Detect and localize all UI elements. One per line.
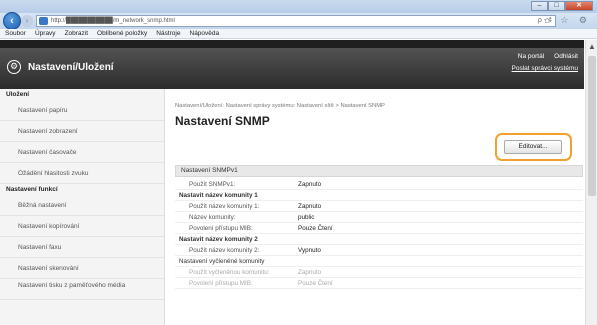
address-text: http://███████████/m_network_snmp.html xyxy=(51,18,175,24)
logout-link[interactable]: Odhlásit xyxy=(554,53,578,60)
breadcrumb: Nastavení/Uložení: Nastavení správy syst… xyxy=(175,103,385,109)
scroll-thumb[interactable] xyxy=(588,56,596,196)
sidebar-item-volume[interactable]: Ožádění hlasitosti zvuku xyxy=(0,163,164,184)
header-title: Nastavení/Uložení xyxy=(28,62,114,73)
remote-ui-header: ⚙ Nastavení/Uložení Na portál Odhlásit Po… xyxy=(0,40,584,89)
sidebar-item-copy[interactable]: Nastavení kopírování xyxy=(0,216,164,237)
table-row: Použít název komunity 2: Vypnuto xyxy=(175,245,583,256)
table-subheader: Nastavit název komunity 1 xyxy=(175,190,583,201)
row-label: Povolení přístupu MIB: xyxy=(189,280,253,287)
settings-table: Použít SNMPv1: Zapnuto Nastavit název kom… xyxy=(175,179,583,289)
sidebar-item-display[interactable]: Nastavení zobrazení xyxy=(0,121,164,142)
header-links: Na portál Odhlásit Poslat správci systému xyxy=(502,51,578,75)
sidebar-item-timer[interactable]: Nastavení časovače xyxy=(0,142,164,163)
table-row: Povolení přístupu MIB: Pouze Čtení xyxy=(175,278,583,289)
menu-view[interactable]: Zobrazit xyxy=(65,29,88,38)
row-value: Zapnuto xyxy=(298,269,322,276)
row-label: Použít vyčleněnou komunitu: xyxy=(189,269,270,276)
table-subheader: Nastavit název komunity 2 xyxy=(175,234,583,245)
sidebar-item-memory-print[interactable]: Nastavení tisku z paměťového média xyxy=(0,279,164,300)
scroll-up-icon[interactable]: ▲ xyxy=(588,42,596,51)
minimize-button[interactable]: – xyxy=(531,1,548,11)
section-header: Nastavení SNMPv1 xyxy=(175,165,583,177)
portal-link[interactable]: Na portál xyxy=(518,53,544,60)
home-favorites-tools-icon[interactable]: ⌂ ☆ ⚙ xyxy=(544,15,591,26)
forward-button[interactable]: › xyxy=(21,15,33,27)
window-titlebar: – □ ✕ xyxy=(0,0,597,13)
row-label: Nastavit název komunity 1 xyxy=(179,192,258,199)
sidebar-section-storage: Uložení xyxy=(6,91,30,98)
back-button[interactable]: ‹ xyxy=(3,12,21,30)
row-value: Pouze Čtení xyxy=(298,280,333,287)
sidebar-item-scan[interactable]: Nastavení skenování xyxy=(0,258,164,279)
row-value: public xyxy=(298,214,315,221)
sidebar-item-fax[interactable]: Nastavení faxu xyxy=(0,237,164,258)
menu-favorites[interactable]: Oblíbené položky xyxy=(97,29,147,38)
page-icon xyxy=(39,17,48,25)
row-label: Název komunity: xyxy=(189,214,236,221)
sidebar-item-common[interactable]: Běžná nastavení xyxy=(0,195,164,216)
settings-logo-icon: ⚙ xyxy=(7,60,21,74)
row-label: Nastavení vyčleněné komunity xyxy=(179,258,265,265)
menu-edit[interactable]: Úpravy xyxy=(35,29,56,38)
menu-help[interactable]: Nápověda xyxy=(190,29,220,38)
maximize-button[interactable]: □ xyxy=(548,1,565,11)
page-title: Nastavení SNMP xyxy=(175,114,270,128)
menu-tools[interactable]: Nástroje xyxy=(156,29,180,38)
main-content: Nastavení/Uložení: Nastavení správy syst… xyxy=(165,89,585,325)
window-controls: – □ ✕ xyxy=(531,1,593,11)
header-strip xyxy=(0,40,584,48)
table-row: Použít vyčleněnou komunitu: Zapnuto xyxy=(175,267,583,278)
row-value: Pouze Čtení xyxy=(298,225,333,232)
table-row: Název komunity: public xyxy=(175,212,583,223)
row-value: Vypnuto xyxy=(298,247,321,254)
browser-navbar: ‹ › http://███████████/m_network_snmp.ht… xyxy=(0,12,597,30)
table-row: Povolení přístupu MIB: Pouze Čtení xyxy=(175,223,583,234)
table-row: Použít název komunity 1: Zapnuto xyxy=(175,201,583,212)
table-row: Použít SNMPv1: Zapnuto xyxy=(175,179,583,190)
address-bar[interactable]: http://███████████/m_network_snmp.html ρ… xyxy=(36,15,556,27)
row-label: Použít název komunity 2: xyxy=(189,247,260,254)
row-label: Použít název komunity 1: xyxy=(189,203,260,210)
row-label: Použít SNMPv1: xyxy=(189,181,236,188)
menu-file[interactable]: Soubor xyxy=(5,29,26,38)
sidebar-item-paper[interactable]: Nastavení papíru xyxy=(0,100,164,121)
edit-button[interactable]: Editovat... xyxy=(504,140,562,154)
vertical-scrollbar[interactable]: ▲ xyxy=(585,40,597,325)
row-value: Zapnuto xyxy=(298,181,322,188)
mail-admin-link[interactable]: Poslat správci systému xyxy=(512,65,578,72)
row-value: Zapnuto xyxy=(298,203,322,210)
close-button[interactable]: ✕ xyxy=(565,1,593,11)
row-label: Nastavit název komunity 2 xyxy=(179,236,258,243)
sidebar: Uložení Nastavení papíru Nastavení zobra… xyxy=(0,89,165,325)
row-label: Povolení přístupu MIB: xyxy=(189,225,253,232)
menu-bar: Soubor Úpravy Zobrazit Oblíbené položky … xyxy=(0,29,597,39)
sidebar-section-functions: Nastavení funkcí xyxy=(6,186,58,193)
table-subheader: Nastavení vyčleněné komunity xyxy=(175,256,583,267)
